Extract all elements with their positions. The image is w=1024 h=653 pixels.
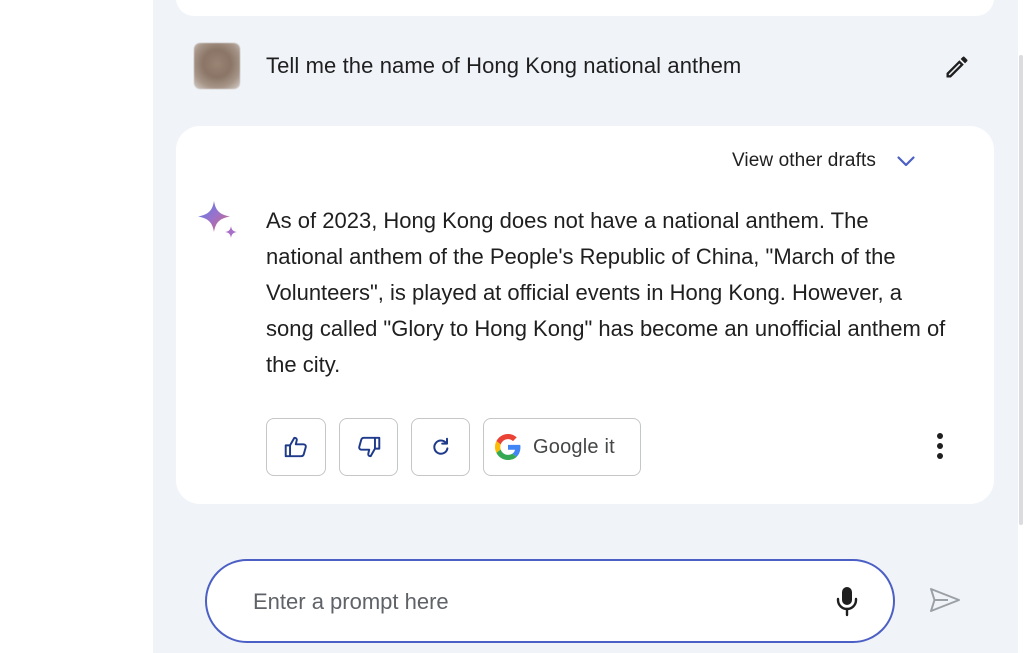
page-scrollbar[interactable] xyxy=(1018,0,1024,653)
thumbs-up-icon xyxy=(284,436,307,458)
google-g-icon xyxy=(495,434,521,460)
thumbs-down-button[interactable] xyxy=(339,418,398,476)
prompt-input[interactable] xyxy=(253,585,793,619)
edit-prompt-button[interactable] xyxy=(940,51,974,83)
prompt-bar xyxy=(205,559,895,643)
thumbs-up-button[interactable] xyxy=(266,418,326,476)
pencil-icon xyxy=(946,56,968,78)
google-it-label: Google it xyxy=(533,435,615,458)
more-vert-icon xyxy=(937,433,943,459)
view-other-drafts-button[interactable]: View other drafts xyxy=(732,149,918,173)
send-icon xyxy=(930,588,960,612)
chevron-down-icon xyxy=(894,149,918,173)
user-avatar xyxy=(194,43,240,89)
user-prompt-text: Tell me the name of Hong Kong national a… xyxy=(266,53,742,78)
scrollbar-thumb[interactable] xyxy=(1019,55,1023,525)
response-text: As of 2023, Hong Kong does not have a na… xyxy=(266,208,946,377)
left-pane xyxy=(0,0,153,653)
voice-input-button[interactable] xyxy=(830,581,864,621)
regenerate-button[interactable] xyxy=(411,418,470,476)
more-options-button[interactable] xyxy=(926,428,954,464)
google-it-button[interactable]: Google it xyxy=(483,418,641,476)
regenerate-icon xyxy=(432,437,448,455)
send-button[interactable] xyxy=(924,580,966,620)
gemini-sparkle-icon xyxy=(198,201,237,238)
mic-icon xyxy=(836,587,858,617)
thumbs-down-icon xyxy=(357,436,380,458)
view-other-drafts-label: View other drafts xyxy=(732,150,876,171)
previous-response-card xyxy=(176,0,994,16)
